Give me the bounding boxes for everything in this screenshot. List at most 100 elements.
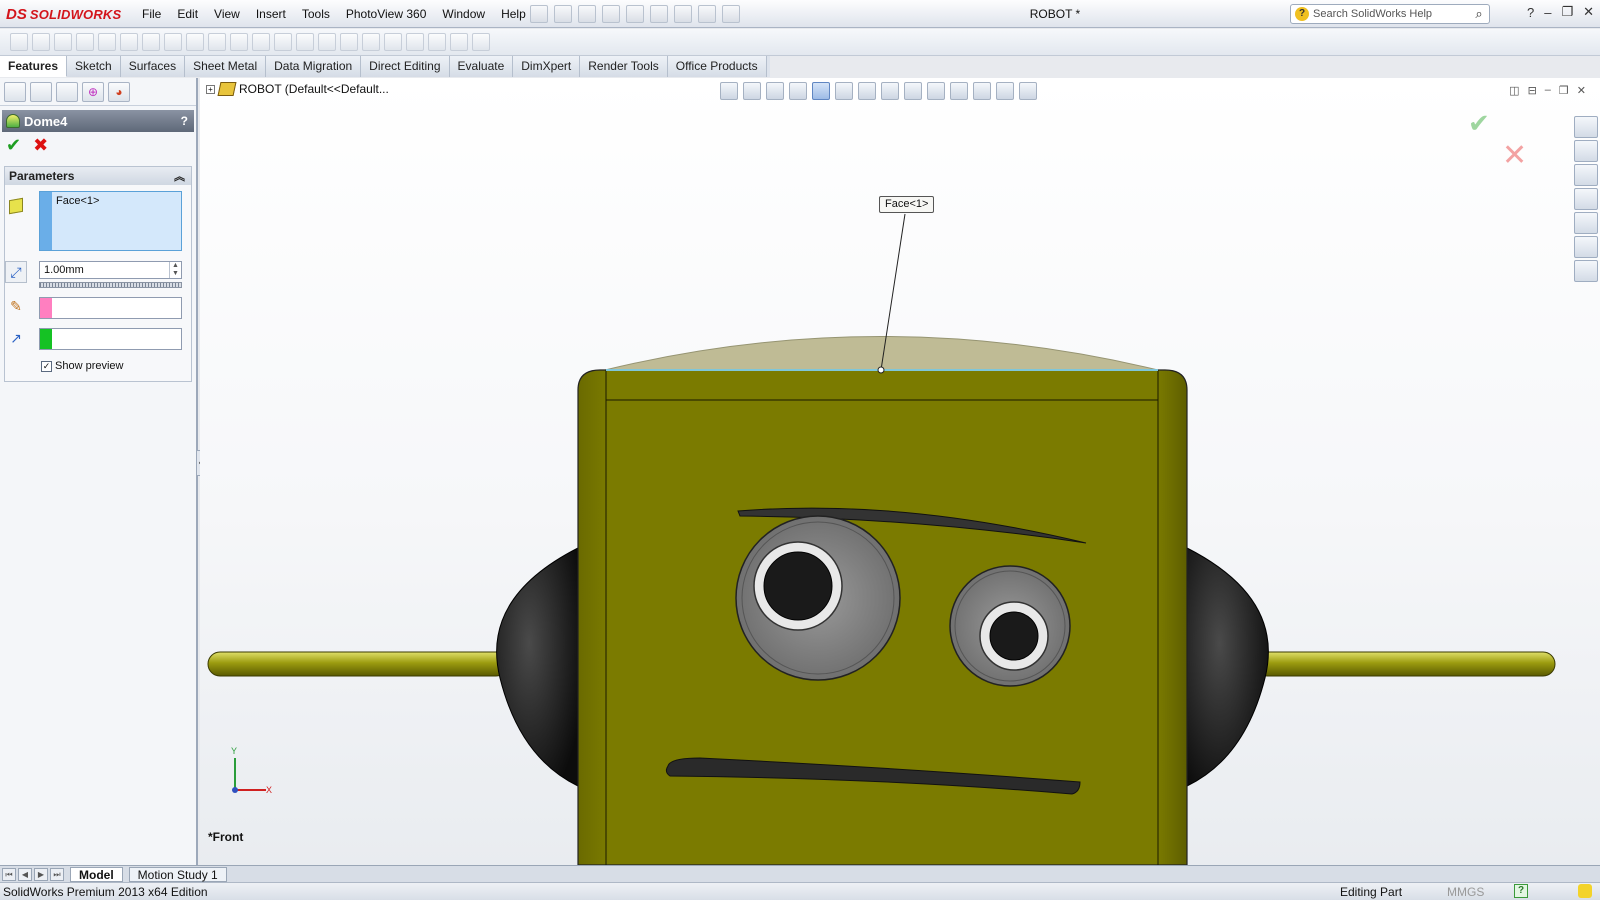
quick-tips-icon[interactable]: ? [1514,884,1528,898]
shaded-with-edges-icon[interactable] [835,82,853,100]
graphics-area[interactable]: Y X + ROBOT (Default<<Default... ◫ ⊟ – ❐… [200,78,1600,865]
tab-motion-study-1[interactable]: Motion Study 1 [128,866,227,882]
wrap-icon[interactable] [318,33,336,51]
linear-pattern-icon[interactable] [274,33,292,51]
selected-face[interactable]: Face<1> [52,192,103,250]
feature-manager-icon[interactable] [4,82,26,102]
tree-root-label[interactable]: ROBOT (Default<<Default... [239,82,389,96]
section-view-icon[interactable] [789,82,807,100]
menu-view[interactable]: View [206,7,248,21]
save-icon[interactable] [578,5,596,23]
rebuild-icon[interactable] [674,5,692,23]
menu-help[interactable]: Help [493,7,534,21]
revolved-cut-icon[interactable] [164,33,182,51]
reference-geometry-icon[interactable] [428,33,446,51]
viewport-restore-icon[interactable]: ❐ [1559,84,1569,97]
boundary-boss-icon[interactable] [98,33,116,51]
tab-dimxpert[interactable]: DimXpert [513,56,581,77]
tab-data-migration[interactable]: Data Migration [266,56,362,77]
hole-wizard-icon[interactable] [142,33,160,51]
tab-surfaces[interactable]: Surfaces [120,56,186,77]
tab-render-tools[interactable]: Render Tools [580,56,668,77]
help-menu-icon[interactable]: ? [1527,5,1534,20]
curves-icon[interactable] [450,33,468,51]
tab-features[interactable]: Features [0,56,68,77]
view-settings-icon[interactable] [1019,82,1037,100]
edit-appearance-icon[interactable] [973,82,991,100]
viewport-tile-icon[interactable]: ⊟ [1528,84,1537,97]
forum-icon[interactable] [1574,260,1598,282]
next-tab-icon[interactable]: ▶ [34,867,48,881]
hidden-lines-visible-icon[interactable] [904,82,922,100]
hide-show-items-icon[interactable] [950,82,968,100]
swept-boss-icon[interactable] [54,33,72,51]
boundary-cut-icon[interactable] [230,33,248,51]
confirmation-cancel-icon[interactable]: ✕ [1502,138,1527,173]
distance-spinner[interactable]: ▲ ▼ [169,262,181,278]
ok-button[interactable]: ✔ [6,135,21,156]
faces-to-dome-list[interactable]: Face<1> [39,191,182,251]
cancel-button[interactable]: ✖ [33,135,48,156]
shell-icon[interactable] [384,33,402,51]
close-icon[interactable]: ✕ [1583,4,1594,20]
rebuild-status-icon[interactable] [1578,884,1592,898]
lofted-boss-icon[interactable] [76,33,94,51]
previous-view-icon[interactable] [766,82,784,100]
left-ear[interactable] [496,547,579,787]
search-input[interactable]: Search SolidWorks Help [1313,8,1465,20]
file-explorer-icon[interactable] [1574,164,1598,186]
configuration-manager-icon[interactable] [56,82,78,102]
apply-scene-icon[interactable] [996,82,1014,100]
zoom-to-area-icon[interactable] [743,82,761,100]
tab-model[interactable]: Model [70,866,123,882]
first-tab-icon[interactable]: ⏮ [2,867,16,881]
menu-insert[interactable]: Insert [248,7,294,21]
show-preview-checkbox[interactable]: ✓ [41,360,52,372]
design-library-icon[interactable] [1574,140,1598,162]
display-manager-icon[interactable]: ◕ [108,82,130,102]
select-icon[interactable] [650,5,668,23]
restore-icon[interactable]: ❐ [1561,4,1573,20]
mirror-icon[interactable] [406,33,424,51]
extruded-boss-icon[interactable] [10,33,28,51]
left-arm[interactable] [207,651,509,677]
tab-office-products[interactable]: Office Products [667,56,767,77]
direction-field[interactable] [39,328,182,350]
dimxpert-manager-icon[interactable]: ⊕ [82,82,104,102]
swept-cut-icon[interactable] [186,33,204,51]
shaded-icon[interactable] [858,82,876,100]
minimize-icon[interactable]: – [1544,5,1551,20]
last-tab-icon[interactable]: ⏭ [50,867,64,881]
print-icon[interactable] [602,5,620,23]
appearances-icon[interactable] [1574,212,1598,234]
lofted-cut-icon[interactable] [208,33,226,51]
constraint-point-field[interactable] [39,297,182,319]
options-icon[interactable] [722,5,740,23]
help-search[interactable]: ? Search SolidWorks Help ⌕ [1290,4,1490,24]
expand-icon[interactable]: + [206,84,215,94]
intersect-icon[interactable] [362,33,380,51]
tab-evaluate[interactable]: Evaluate [449,56,514,77]
menu-file[interactable]: File [134,7,169,21]
undo-icon[interactable] [626,5,644,23]
wireframe-icon[interactable] [927,82,945,100]
solidworks-logo[interactable]: DS SOLIDWORKS [0,0,126,28]
open-icon[interactable] [554,5,572,23]
search-icon[interactable]: ⌕ [1469,6,1489,22]
show-preview-row[interactable]: ✓ Show preview [41,360,123,372]
new-document-icon[interactable] [530,5,548,23]
extruded-cut-icon[interactable] [120,33,138,51]
tab-sheet-metal[interactable]: Sheet Metal [185,56,267,77]
custom-properties-icon[interactable] [1574,236,1598,258]
right-pupil[interactable] [989,611,1039,661]
right-ear[interactable] [1186,547,1269,787]
menu-edit[interactable]: Edit [169,7,206,21]
tab-direct-editing[interactable]: Direct Editing [361,56,450,77]
view-palette-icon[interactable] [1574,188,1598,210]
viewport-minimize-icon[interactable]: – [1545,84,1551,97]
rib-icon[interactable] [296,33,314,51]
confirmation-ok-icon[interactable]: ✔ [1468,108,1490,139]
feature-tree-flyout[interactable]: + ROBOT (Default<<Default... [206,82,389,96]
solidworks-resources-icon[interactable] [1574,116,1598,138]
zoom-to-fit-icon[interactable] [720,82,738,100]
